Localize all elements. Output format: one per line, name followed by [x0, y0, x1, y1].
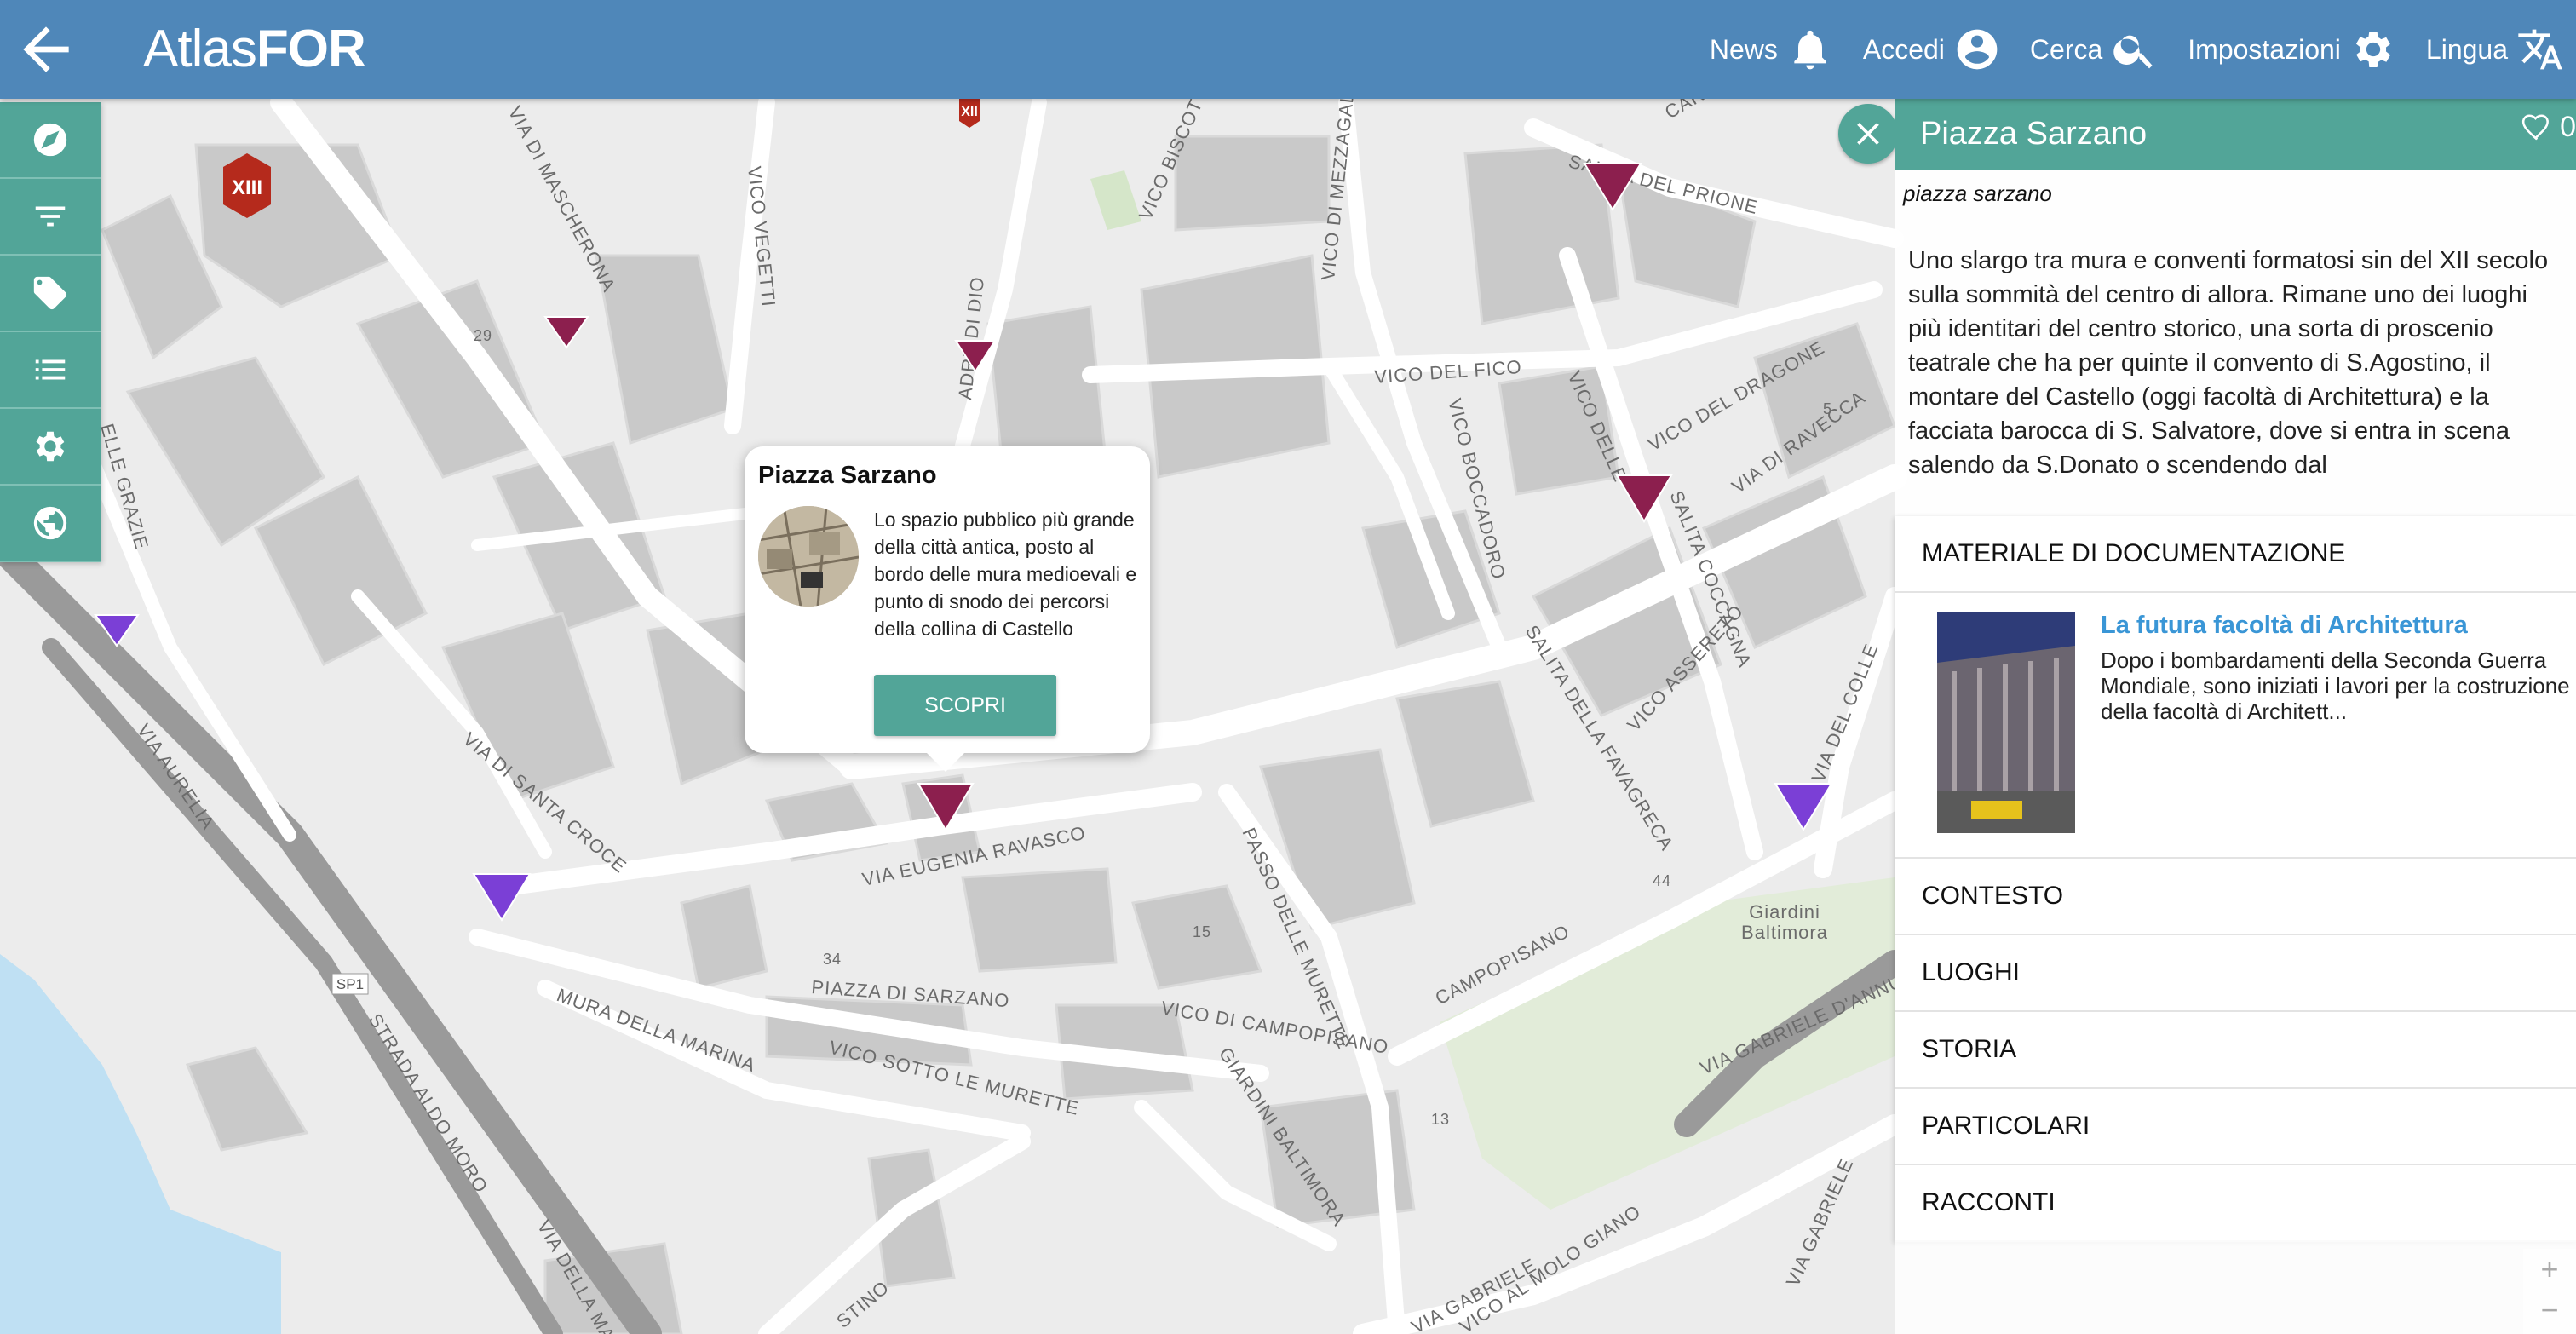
- logo-text-atlas: Atlas: [143, 20, 257, 78]
- logo-text-for: FOR: [256, 20, 366, 78]
- svg-text:SP1: SP1: [336, 976, 364, 992]
- tag-button[interactable]: [0, 256, 101, 332]
- street-label: CARABAGHE: [1661, 99, 1780, 123]
- zoom-control: + −: [2523, 1249, 2576, 1334]
- close-icon: [1857, 123, 1879, 145]
- doc-title-link[interactable]: La futura facoltà di Architettura: [2101, 612, 2468, 640]
- tag-icon: [33, 276, 67, 310]
- nav-accedi[interactable]: Accedi: [1863, 26, 2001, 73]
- park-label-2: Baltimora: [1741, 922, 1828, 943]
- street-label: 13: [1431, 1111, 1450, 1128]
- park-label: Giardini: [1749, 901, 1820, 923]
- svg-text:XII: XII: [961, 105, 978, 119]
- panel-subtitle: piazza sarzano: [1903, 181, 2052, 206]
- panel-description: Uno slargo tra mura e conventi formatosi…: [1908, 247, 2549, 479]
- gear-icon: [36, 431, 65, 462]
- street-label: 15: [1193, 923, 1211, 940]
- search-icon: [2113, 35, 2153, 69]
- zoom-out-button[interactable]: −: [2523, 1290, 2576, 1331]
- list-icon: [35, 359, 66, 380]
- section-documentation[interactable]: MATERIALE DI DOCUMENTAZIONE: [1895, 516, 2576, 593]
- list-button[interactable]: [0, 332, 101, 409]
- map-popup: Piazza Sarzano Lo spazio pubblico più gr…: [745, 446, 1150, 772]
- nav-cerca-label: Cerca: [2029, 33, 2103, 65]
- panel-body: piazza sarzano Uno slargo tra mura e con…: [1895, 170, 2576, 516]
- zoom-in-button[interactable]: +: [2523, 1249, 2576, 1290]
- top-nav: News Accedi Cerca Impostazioni Lingua: [1681, 0, 2564, 99]
- arrow-left-icon: [23, 26, 69, 72]
- close-panel-button[interactable]: [1838, 104, 1898, 164]
- street-label: VIA DI MASCHERONA: [504, 103, 620, 296]
- section-contesto[interactable]: CONTESTO: [1895, 859, 2576, 935]
- back-button[interactable]: [12, 15, 80, 83]
- panel-sections: MATERIALE DI DOCUMENTAZIONE La futura fa…: [1895, 516, 2576, 1242]
- settings-button[interactable]: [0, 409, 101, 486]
- nav-lingua-label: Lingua: [2425, 33, 2508, 65]
- street-label: 44: [1653, 872, 1671, 889]
- filter-icon: [35, 206, 66, 227]
- nav-cerca[interactable]: Cerca: [2030, 26, 2159, 73]
- favorite-button[interactable]: 0: [2521, 111, 2576, 144]
- doc-excerpt: Dopo i bombardamenti della Seconda Guerr…: [2101, 647, 2570, 724]
- nav-lingua[interactable]: Lingua: [2426, 26, 2564, 73]
- account-icon: [1957, 29, 1998, 70]
- section-racconti[interactable]: RACCONTI: [1895, 1165, 2576, 1242]
- panel-title: Piazza Sarzano: [1920, 116, 2148, 152]
- app-logo[interactable]: AtlasFOR: [143, 15, 366, 83]
- nav-news[interactable]: News: [1710, 26, 1834, 73]
- nav-impostazioni[interactable]: Impostazioni: [2188, 26, 2397, 73]
- detail-panel: Piazza Sarzano 0 piazza sarzano Uno slar…: [1838, 99, 2576, 1334]
- popup-thumbnail: [758, 506, 859, 607]
- section-particolari[interactable]: PARTICOLARI: [1895, 1089, 2576, 1165]
- street-label: 34: [823, 951, 842, 968]
- panel-header: Piazza Sarzano 0: [1895, 99, 2576, 170]
- compass-button[interactable]: [0, 102, 101, 179]
- century-badge-icon[interactable]: XII: [959, 99, 980, 128]
- map-marker-icon[interactable]: [543, 316, 589, 349]
- nav-news-label: News: [1709, 33, 1778, 65]
- gear-icon: [2355, 32, 2390, 67]
- left-toolbar: [0, 102, 101, 562]
- popup-description: Lo spazio pubblico più grande della citt…: [874, 509, 1137, 640]
- translate-icon: [2518, 29, 2562, 70]
- section-storia[interactable]: STORIA: [1895, 1012, 2576, 1089]
- top-bar: AtlasFOR News Accedi Cerca Impostazioni …: [0, 0, 2576, 99]
- street-label: STINO: [832, 1276, 893, 1332]
- compass-icon: [33, 123, 67, 157]
- svg-text:XIII: XIII: [232, 176, 262, 199]
- globe-icon: [33, 506, 67, 540]
- favorite-count: 0: [2560, 111, 2576, 143]
- nav-accedi-label: Accedi: [1862, 33, 1945, 65]
- bell-icon: [1794, 30, 1826, 70]
- doc-thumbnail: [1937, 612, 2075, 833]
- discover-button[interactable]: SCOPRI: [874, 675, 1056, 736]
- map-marker-icon[interactable]: [472, 873, 532, 922]
- road-shield: SP1: [331, 973, 369, 995]
- nav-impostazioni-label: Impostazioni: [2188, 33, 2341, 65]
- street-label: 29: [474, 327, 492, 344]
- popup-title: Piazza Sarzano: [758, 462, 937, 489]
- heart-icon: [2521, 113, 2550, 140]
- globe-button[interactable]: [0, 486, 101, 562]
- street-label: 5: [1823, 400, 1832, 417]
- panel-footer: + −: [1895, 1240, 2576, 1334]
- century-badge-icon[interactable]: XIII: [223, 153, 271, 218]
- section-luoghi[interactable]: LUOGHI: [1895, 935, 2576, 1012]
- filter-button[interactable]: [0, 179, 101, 256]
- doc-card[interactable]: La futura facoltà di Architettura Dopo i…: [1895, 593, 2576, 859]
